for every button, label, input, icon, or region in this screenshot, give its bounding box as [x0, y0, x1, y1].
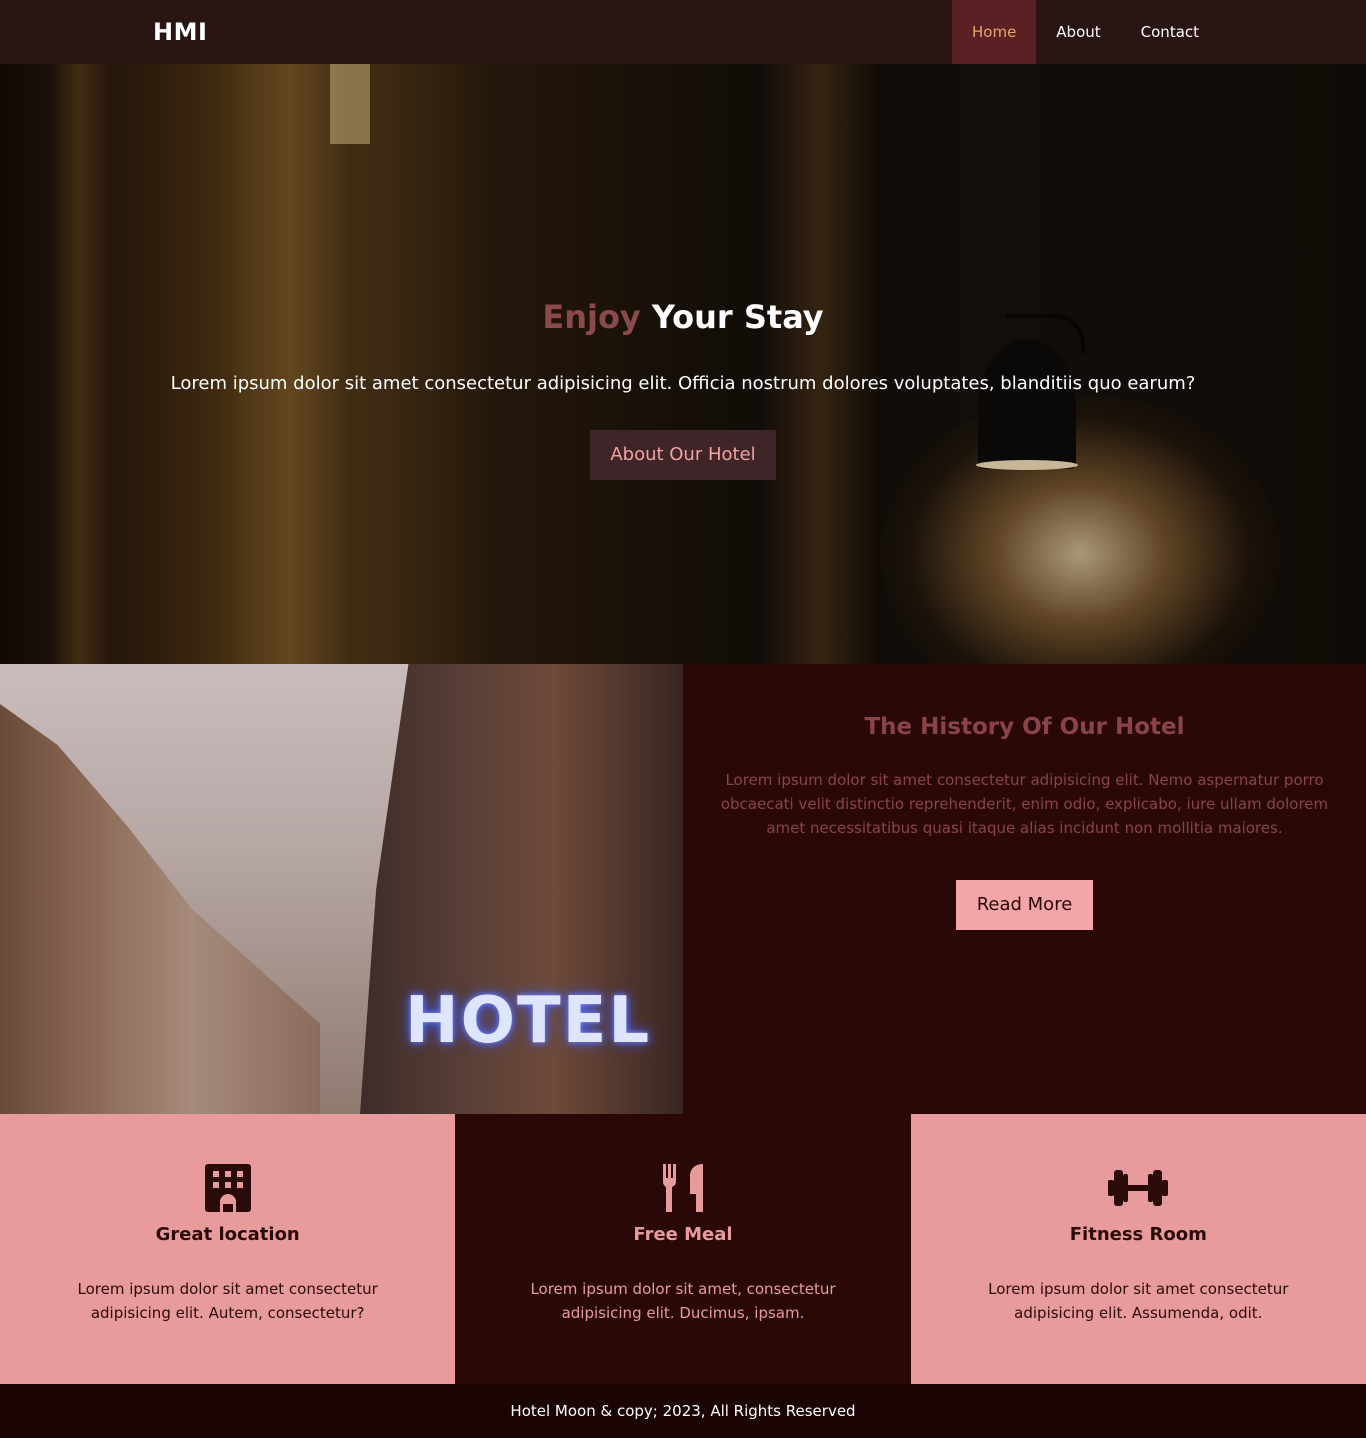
nav-item-about[interactable]: About	[1036, 0, 1120, 64]
feature-text: Lorem ipsum dolor sit amet consectetur a…	[77, 1280, 378, 1322]
footer: Hotel Moon & copy; 2023, All Rights Rese…	[0, 1384, 1366, 1438]
hero-title-main: Your Stay	[651, 298, 824, 336]
hotel-street-image: HOTEL	[0, 664, 683, 1114]
history-title: The History Of Our Hotel	[864, 714, 1185, 740]
hero-overlay	[0, 64, 1366, 664]
about-hotel-button[interactable]: About Our Hotel	[590, 430, 776, 480]
footer-copyright: Hotel Moon & copy; 2023, All Rights Rese…	[510, 1402, 856, 1420]
feature-title: Free Meal	[633, 1224, 733, 1245]
feature-card: Great location Lorem ipsum dolor sit ame…	[0, 1114, 456, 1384]
feature-text: Lorem ipsum dolor sit amet, consectetur …	[530, 1280, 836, 1322]
feature-card: Free Meal Lorem ipsum dolor sit amet, co…	[455, 1114, 911, 1384]
feature-text: Lorem ipsum dolor sit amet consectetur a…	[988, 1280, 1289, 1322]
feature-title: Fitness Room	[1069, 1224, 1207, 1245]
hero-title-accent: Enjoy	[542, 298, 641, 336]
nav-menu: Home About Contact	[952, 0, 1219, 64]
history-section: HOTEL The History Of Our Hotel Lorem ips…	[0, 664, 1366, 1114]
feature-card: Fitness Room Lorem ipsum dolor sit amet …	[910, 1114, 1366, 1384]
brand-logo[interactable]: HMI	[153, 18, 207, 46]
hotel-neon-sign: HOTEL	[405, 984, 652, 1058]
nav-item-home[interactable]: Home	[952, 0, 1037, 64]
hero-text: Lorem ipsum dolor sit amet consectetur a…	[170, 373, 1196, 394]
building-icon	[0, 1162, 455, 1212]
hero-title: Enjoy Your Stay	[0, 298, 1366, 336]
nav-item-contact[interactable]: Contact	[1121, 0, 1219, 64]
navbar: HMI Home About Contact	[0, 0, 1366, 64]
history-text: Lorem ipsum dolor sit amet consectetur a…	[720, 771, 1329, 837]
hero-section: Enjoy Your Stay Lorem ipsum dolor sit am…	[0, 64, 1366, 664]
features-section: Great location Lorem ipsum dolor sit ame…	[0, 1114, 1366, 1384]
dumbbell-icon	[911, 1162, 1366, 1212]
history-panel: The History Of Our Hotel Lorem ipsum dol…	[683, 664, 1366, 1114]
utensils-icon	[455, 1162, 910, 1212]
read-more-button[interactable]: Read More	[956, 880, 1093, 930]
street-building-left	[0, 704, 320, 1114]
feature-title: Great location	[155, 1224, 300, 1245]
